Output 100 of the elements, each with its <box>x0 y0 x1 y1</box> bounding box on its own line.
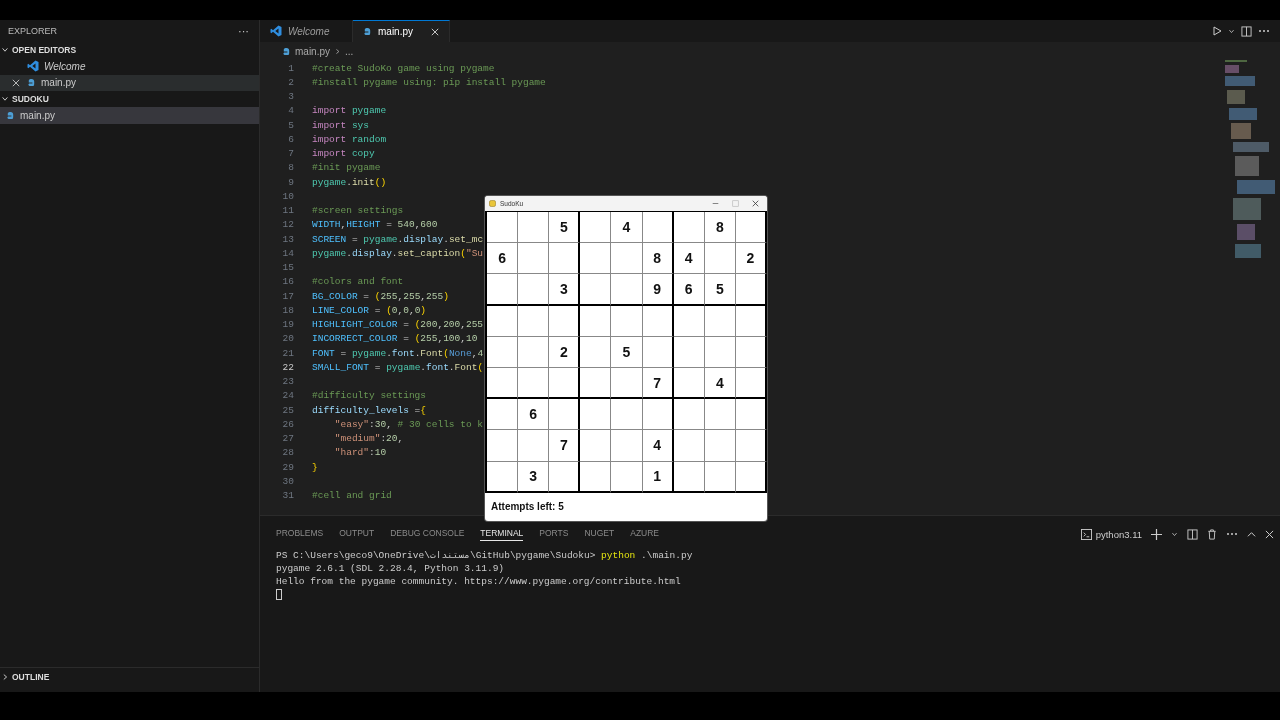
grid-cell[interactable] <box>487 212 519 244</box>
grid-cell[interactable] <box>580 430 612 462</box>
minimize-icon[interactable] <box>712 200 719 207</box>
more-actions-button[interactable]: ··· <box>238 25 249 37</box>
grid-cell[interactable] <box>518 430 550 462</box>
file-item[interactable]: main.py <box>0 107 259 124</box>
grid-cell[interactable] <box>549 367 581 400</box>
section-header[interactable]: SUDOKU <box>0 91 259 107</box>
panel-tab[interactable]: PORTS <box>539 527 569 541</box>
grid-cell[interactable] <box>487 367 519 400</box>
grid-cell[interactable] <box>549 243 581 275</box>
grid-cell[interactable] <box>549 305 581 337</box>
grid-cell[interactable]: 4 <box>704 367 736 400</box>
terminal-shell-button[interactable]: python3.11 <box>1080 528 1142 540</box>
panel-tab[interactable]: DEBUG CONSOLE <box>390 527 465 541</box>
grid-cell[interactable]: 5 <box>611 336 643 368</box>
grid-cell[interactable] <box>580 305 612 337</box>
grid-cell[interactable] <box>487 305 519 337</box>
grid-cell[interactable] <box>518 274 550 306</box>
grid-cell[interactable] <box>518 305 550 337</box>
grid-cell[interactable]: 6 <box>518 399 550 431</box>
close-icon[interactable] <box>752 200 759 207</box>
panel-tab[interactable]: OUTPUT <box>339 527 375 541</box>
file-item[interactable]: Welcome <box>0 58 259 75</box>
maximize-panel-icon[interactable] <box>1247 529 1256 539</box>
panel-tab[interactable]: PROBLEMS <box>276 527 324 541</box>
grid-cell[interactable]: 4 <box>673 243 705 275</box>
grid-cell[interactable] <box>735 367 767 400</box>
grid-cell[interactable] <box>611 399 643 431</box>
grid-cell[interactable] <box>611 461 643 493</box>
grid-cell[interactable]: 4 <box>611 212 643 244</box>
grid-cell[interactable]: 1 <box>642 461 674 493</box>
grid-cell[interactable] <box>549 399 581 431</box>
grid-cell[interactable] <box>673 336 705 368</box>
section-header[interactable]: OPEN EDITORS <box>0 42 259 58</box>
plus-icon[interactable] <box>1151 528 1162 540</box>
grid-cell[interactable]: 8 <box>642 243 674 275</box>
grid-cell[interactable]: 7 <box>549 430 581 462</box>
panel-tab[interactable]: AZURE <box>630 527 660 541</box>
grid-cell[interactable] <box>673 430 705 462</box>
grid-cell[interactable] <box>518 212 550 244</box>
grid-cell[interactable] <box>704 305 736 337</box>
grid-cell[interactable] <box>735 399 767 431</box>
grid-cell[interactable] <box>487 336 519 368</box>
grid-cell[interactable]: 5 <box>704 274 736 306</box>
split-terminal-icon[interactable] <box>1187 528 1198 540</box>
grid-cell[interactable] <box>735 430 767 462</box>
grid-cell[interactable] <box>611 367 643 400</box>
grid-cell[interactable] <box>487 430 519 462</box>
grid-cell[interactable]: 9 <box>642 274 674 306</box>
grid-cell[interactable] <box>704 336 736 368</box>
grid-cell[interactable] <box>704 399 736 431</box>
grid-cell[interactable] <box>673 461 705 493</box>
grid-cell[interactable] <box>611 430 643 462</box>
grid-cell[interactable]: 3 <box>549 274 581 306</box>
grid-cell[interactable] <box>611 305 643 337</box>
panel-tab[interactable]: TERMINAL <box>480 527 524 541</box>
grid-cell[interactable] <box>735 274 767 306</box>
run-icon[interactable] <box>1212 26 1222 36</box>
grid-cell[interactable] <box>518 336 550 368</box>
grid-cell[interactable] <box>642 399 674 431</box>
grid-cell[interactable]: 6 <box>673 274 705 306</box>
grid-cell[interactable] <box>487 399 519 431</box>
grid-cell[interactable] <box>704 461 736 493</box>
more-icon[interactable] <box>1226 532 1238 536</box>
grid-cell[interactable] <box>673 399 705 431</box>
grid-cell[interactable]: 2 <box>735 243 767 275</box>
grid-cell[interactable] <box>580 461 612 493</box>
grid-cell[interactable]: 2 <box>549 336 581 368</box>
breadcrumb-item[interactable]: ... <box>345 45 354 57</box>
grid-cell[interactable] <box>580 243 612 275</box>
file-item[interactable]: main.py <box>0 74 259 91</box>
grid-cell[interactable]: 6 <box>487 243 519 275</box>
grid-cell[interactable] <box>580 367 612 400</box>
grid-cell[interactable] <box>580 274 612 306</box>
trash-icon[interactable] <box>1207 528 1217 540</box>
grid-cell[interactable] <box>487 274 519 306</box>
grid-cell[interactable] <box>642 336 674 368</box>
panel-tab[interactable]: NUGET <box>584 527 615 541</box>
editor-tab[interactable]: main.py <box>353 20 450 42</box>
grid-cell[interactable] <box>735 212 767 244</box>
grid-cell[interactable] <box>735 336 767 368</box>
breadcrumb-item[interactable]: main.py <box>295 45 330 57</box>
more-icon[interactable] <box>1258 29 1270 33</box>
grid-cell[interactable] <box>549 461 581 493</box>
grid-cell[interactable] <box>518 243 550 275</box>
grid-cell[interactable]: 8 <box>704 212 736 244</box>
caret-icon[interactable] <box>1171 530 1178 538</box>
grid-cell[interactable] <box>642 305 674 337</box>
grid-cell[interactable] <box>642 212 674 244</box>
split-editor-icon[interactable] <box>1241 25 1252 37</box>
grid-cell[interactable] <box>580 399 612 431</box>
grid-cell[interactable] <box>487 461 519 493</box>
grid-cell[interactable] <box>611 243 643 275</box>
grid-cell[interactable]: 5 <box>549 212 581 244</box>
grid-cell[interactable] <box>518 367 550 400</box>
grid-cell[interactable] <box>580 212 612 244</box>
grid-cell[interactable] <box>673 305 705 337</box>
grid-cell[interactable]: 4 <box>642 430 674 462</box>
grid-cell[interactable]: 7 <box>642 367 674 400</box>
